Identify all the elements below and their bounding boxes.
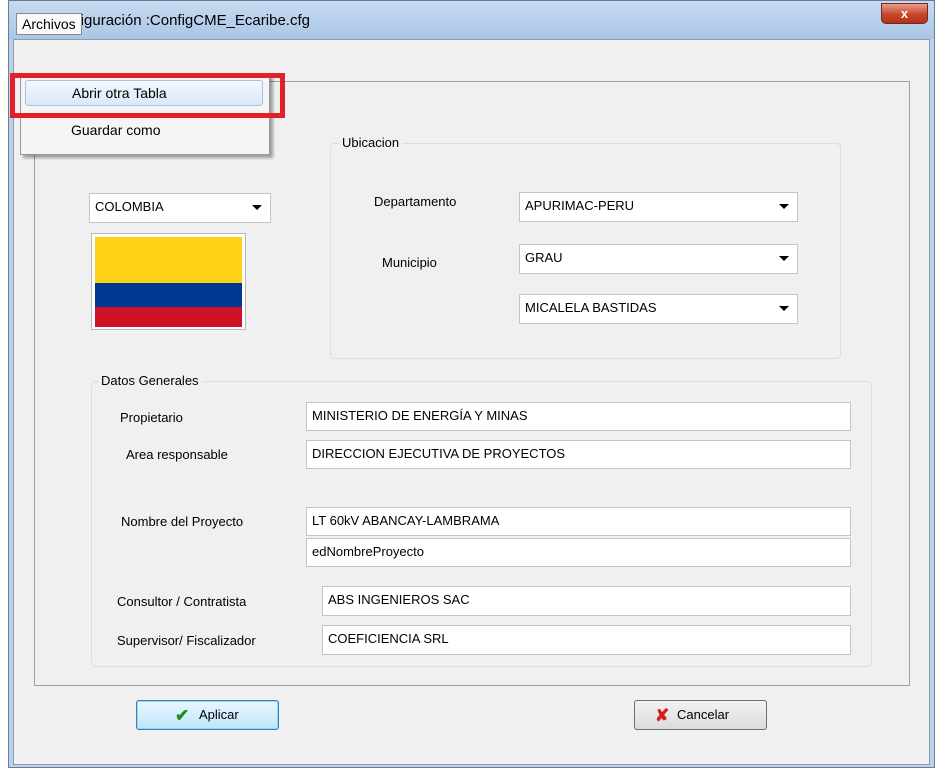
municipio-label: Municipio: [382, 255, 437, 270]
check-icon: ✔: [175, 706, 190, 725]
consultor-field[interactable]: ABS INGENIEROS SAC: [322, 586, 851, 616]
highlight-annotation: [10, 73, 285, 118]
close-icon: ✘: [655, 706, 670, 725]
title-bar[interactable]: Ti Configuración :ConfigCME_Ecaribe.cfg …: [9, 1, 934, 39]
chevron-down-icon: [252, 205, 262, 210]
departamento-select[interactable]: APURIMAC-PERU: [519, 192, 798, 222]
departamento-value: APURIMAC-PERU: [525, 198, 635, 213]
nombre-proyecto-label: Nombre del Proyecto: [121, 514, 244, 529]
country-select-value: COLOMBIA: [95, 199, 164, 214]
close-icon: x: [900, 6, 909, 21]
nombre-proyecto-value: LT 60kV ABANCAY-LAMBRAMA: [312, 513, 500, 528]
chevron-down-icon: [779, 204, 789, 209]
area-responsable-value: DIRECCION EJECUTIVA DE PROYECTOS: [312, 446, 566, 461]
propietario-field[interactable]: MINISTERIO DE ENERGÍA Y MINAS: [306, 402, 851, 431]
flag-band-blue: [95, 283, 242, 307]
consultor-label: Consultor / Contratista: [117, 594, 247, 609]
localidad-select[interactable]: MICALELA BASTIDAS: [519, 294, 798, 324]
aplicar-button[interactable]: ✔ Aplicar: [136, 700, 279, 730]
nombre-proyecto-value-2: edNombreProyecto: [312, 544, 424, 559]
window-title: Configuración :ConfigCME_Ecaribe.cfg: [49, 12, 310, 29]
cancelar-label: Cancelar: [677, 707, 730, 722]
chevron-down-icon: [779, 256, 789, 261]
datos-generales-title: Datos Generales: [98, 373, 202, 389]
consultor-value: ABS INGENIEROS SAC: [328, 592, 470, 607]
area-responsable-label: Area responsable: [126, 447, 228, 462]
flag-band-red: [95, 307, 242, 327]
departamento-label: Departamento: [374, 194, 457, 209]
supervisor-field[interactable]: COEFICIENCIA SRL: [322, 625, 851, 655]
cancelar-button[interactable]: ✘ Cancelar: [634, 700, 767, 730]
municipio-value: GRAU: [525, 250, 563, 265]
ubicacion-title: Ubicacion: [339, 135, 403, 151]
localidad-value: MICALELA BASTIDAS: [525, 300, 657, 315]
supervisor-label: Supervisor/ Fiscalizador: [117, 633, 256, 648]
nombre-proyecto-field-2[interactable]: edNombreProyecto: [306, 538, 851, 567]
propietario-label: Propietario: [120, 410, 183, 425]
area-responsable-field[interactable]: DIRECCION EJECUTIVA DE PROYECTOS: [306, 440, 851, 469]
flag-band-yellow: [95, 237, 242, 283]
supervisor-value: COEFICIENCIA SRL: [328, 631, 449, 646]
menu-item-guardar-como[interactable]: Guardar como: [25, 117, 263, 143]
country-select[interactable]: COLOMBIA: [89, 193, 271, 223]
aplicar-label: Aplicar: [199, 707, 239, 722]
nombre-proyecto-field[interactable]: LT 60kV ABANCAY-LAMBRAMA: [306, 507, 851, 536]
menu-bar: [14, 40, 929, 64]
propietario-value: MINISTERIO DE ENERGÍA Y MINAS: [312, 408, 528, 423]
municipio-select[interactable]: GRAU: [519, 244, 798, 274]
close-button[interactable]: x: [881, 3, 928, 24]
country-flag: [91, 233, 246, 330]
chevron-down-icon: [779, 306, 789, 311]
menu-archivos[interactable]: Archivos: [16, 13, 82, 35]
